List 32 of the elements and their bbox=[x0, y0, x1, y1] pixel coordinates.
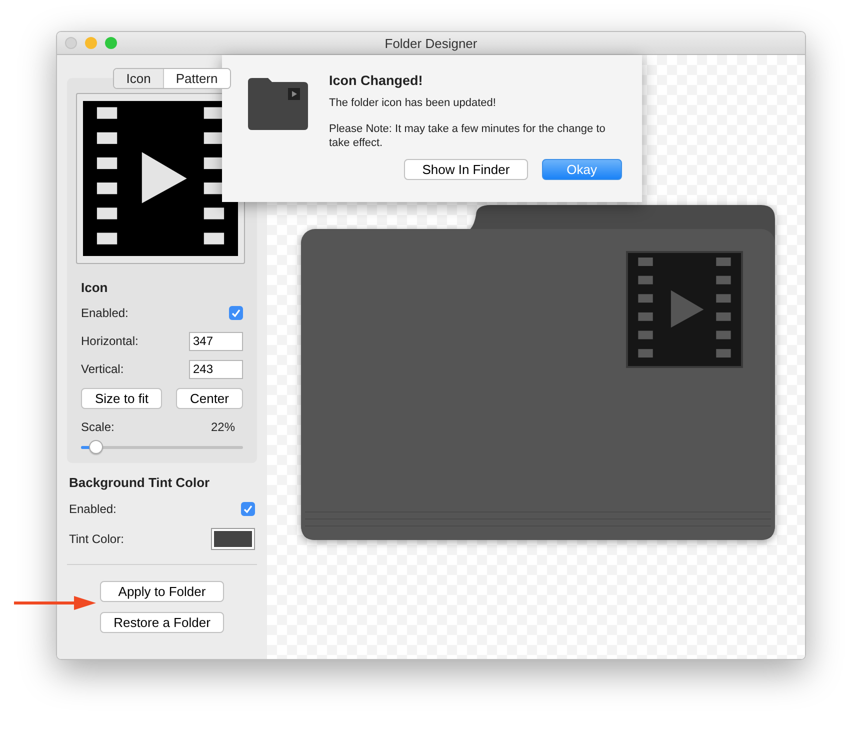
restore-button[interactable]: Restore a Folder bbox=[100, 612, 224, 633]
center-button[interactable]: Center bbox=[176, 388, 243, 408]
checkbox[interactable] bbox=[229, 306, 243, 320]
zoom-button[interactable] bbox=[105, 37, 117, 49]
section-heading: Icon bbox=[81, 280, 109, 295]
apply-button[interactable]: Apply to Folder bbox=[100, 581, 224, 602]
checkbox[interactable] bbox=[241, 502, 255, 516]
scale-value: 22% bbox=[210, 420, 235, 434]
size-to-fit-button[interactable]: Size to fit bbox=[81, 388, 162, 408]
section-heading: Background Tint Color bbox=[69, 475, 211, 490]
dialog-title: Icon Changed! bbox=[329, 73, 424, 88]
slider-thumb[interactable] bbox=[88, 440, 103, 454]
scale-slider[interactable] bbox=[81, 439, 243, 455]
field-label: Enabled: bbox=[81, 306, 128, 320]
window-title: Folder Designer bbox=[384, 36, 478, 50]
arrow-icon bbox=[14, 596, 96, 610]
tab[interactable]: Icon bbox=[114, 69, 164, 88]
number-field[interactable]: 347 bbox=[189, 332, 243, 350]
close-button[interactable] bbox=[65, 37, 77, 49]
field-label: Tint Color: bbox=[69, 532, 124, 546]
color-well[interactable] bbox=[211, 528, 255, 550]
field-label: Horizontal: bbox=[81, 334, 138, 348]
film-icon bbox=[83, 101, 238, 256]
number-field[interactable]: 243 bbox=[189, 360, 243, 378]
dialog-note: Please Note: It may take a few minutes for the change to take effect. bbox=[329, 122, 606, 150]
minimize-button[interactable] bbox=[85, 37, 97, 49]
folder-icon bbox=[248, 78, 308, 130]
show-in-finder-button[interactable]: Show In Finder bbox=[404, 159, 528, 180]
dialog-message: The folder icon has been updated! bbox=[329, 96, 497, 110]
field-label: Vertical: bbox=[81, 362, 124, 376]
field-label: Scale: bbox=[81, 420, 114, 434]
field-label: Enabled: bbox=[69, 502, 116, 516]
